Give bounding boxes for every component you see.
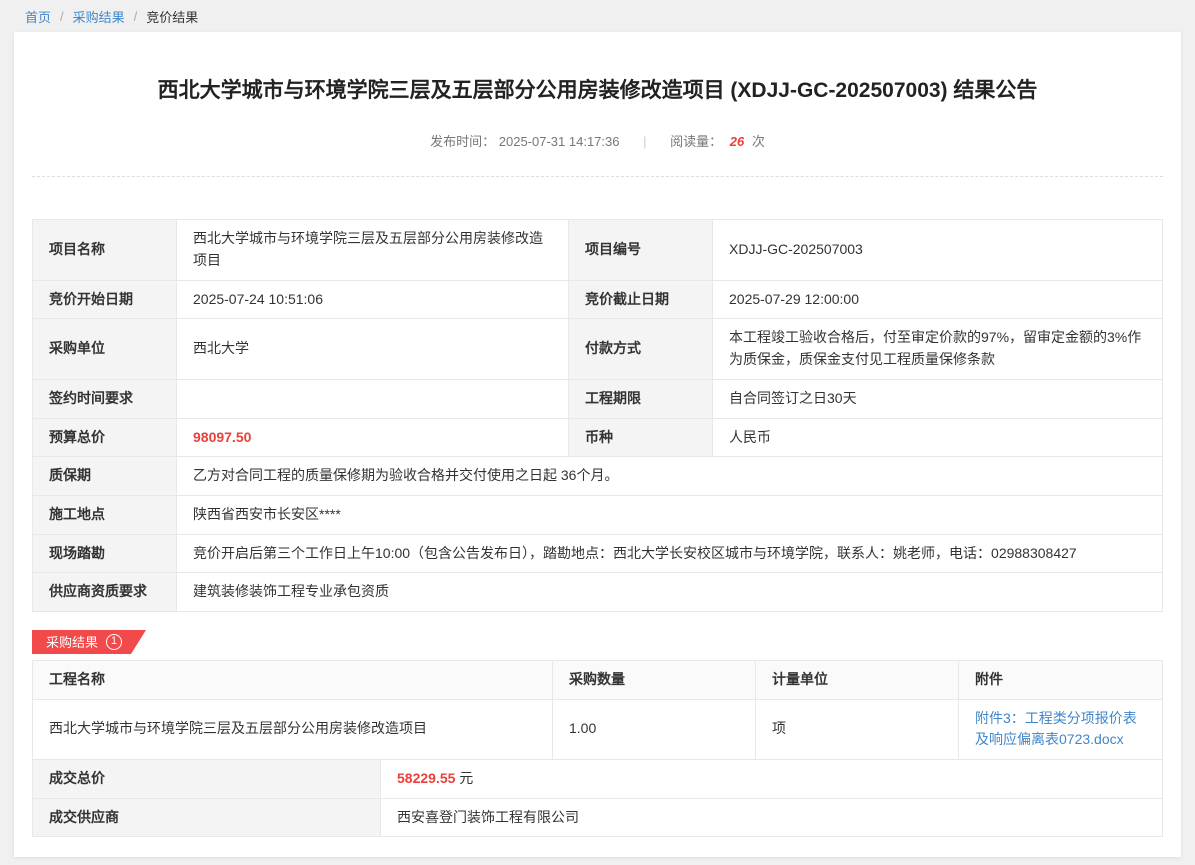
info-label-payment: 付款方式 — [569, 319, 713, 379]
result-project-name: 西北大学城市与环境学院三层及五层部分公用房装修改造项目 — [33, 699, 553, 759]
info-label-project-name: 项目名称 — [33, 220, 177, 280]
info-label-site: 施工地点 — [33, 495, 177, 534]
publish-time-label: 发布时间： — [430, 134, 495, 149]
info-label-bid-start: 竞价开始日期 — [33, 280, 177, 319]
info-value-signing-time — [177, 379, 569, 418]
info-value-purchaser: 西北大学 — [177, 319, 569, 379]
announcement-card: 西北大学城市与环境学院三层及五层部分公用房装修改造项目 (XDJJ-GC-202… — [14, 32, 1181, 857]
table-row: 签约时间要求 工程期限 自合同签订之日30天 — [33, 379, 1163, 418]
info-label-duration: 工程期限 — [569, 379, 713, 418]
table-row: 成交总价 58229.55 元 — [33, 760, 1163, 799]
info-label-project-code: 项目编号 — [569, 220, 713, 280]
info-value-budget: 98097.50 — [177, 418, 569, 457]
info-label-qualification: 供应商资质要求 — [33, 573, 177, 612]
meta-divider: | — [643, 134, 646, 149]
publish-time-value: 2025-07-31 14:17:36 — [499, 134, 620, 149]
views-unit: 次 — [752, 134, 765, 149]
page-title: 西北大学城市与环境学院三层及五层部分公用房装修改造项目 (XDJJ-GC-202… — [32, 32, 1163, 105]
info-label-site-visit: 现场踏勘 — [33, 534, 177, 573]
result-count-badge: 1 — [106, 634, 122, 650]
result-attachment-cell: 附件3：工程类分项报价表及响应偏离表0723.docx — [959, 699, 1163, 759]
deal-total-unit: 元 — [459, 770, 473, 786]
result-header-unit: 计量单位 — [756, 660, 959, 699]
info-label-purchaser: 采购单位 — [33, 319, 177, 379]
table-row: 成交供应商 西安喜登门装饰工程有限公司 — [33, 798, 1163, 837]
info-value-bid-start: 2025-07-24 10:51:06 — [177, 280, 569, 319]
table-row: 质保期 乙方对合同工程的质量保修期为验收合格并交付使用之日起 36个月。 — [33, 457, 1163, 496]
result-table: 工程名称 采购数量 计量单位 附件 西北大学城市与环境学院三层及五层部分公用房装… — [32, 660, 1163, 760]
attachment-link[interactable]: 附件3：工程类分项报价表及响应偏离表0723.docx — [975, 708, 1146, 751]
views-count: 26 — [730, 134, 744, 149]
result-data-row: 西北大学城市与环境学院三层及五层部分公用房装修改造项目 1.00 项 附件3：工… — [33, 699, 1163, 759]
info-value-payment: 本工程竣工验收合格后，付至审定价款的97%，留审定金额的3%作为质保金，质保金支… — [713, 319, 1163, 379]
budget-amount: 98097.50 — [193, 429, 251, 445]
result-header-name: 工程名称 — [33, 660, 553, 699]
deal-total-label: 成交总价 — [33, 760, 381, 799]
breadcrumb-home-link[interactable]: 首页 — [25, 7, 51, 26]
info-label-bid-end: 竞价截止日期 — [569, 280, 713, 319]
result-section-tag: 采购结果 1 — [32, 630, 146, 654]
dashed-divider — [32, 176, 1163, 177]
announcement-meta: 发布时间： 2025-07-31 14:17:36 | 阅读量： 26 次 — [32, 131, 1163, 150]
info-value-project-code: XDJJ-GC-202507003 — [713, 220, 1163, 280]
table-row: 供应商资质要求 建筑装修装饰工程专业承包资质 — [33, 573, 1163, 612]
info-value-warranty: 乙方对合同工程的质量保修期为验收合格并交付使用之日起 36个月。 — [177, 457, 1163, 496]
breadcrumb-separator: / — [60, 9, 64, 24]
table-row: 现场踏勘 竞价开启后第三个工作日上午10:00（包含公告发布日），踏勘地点：西北… — [33, 534, 1163, 573]
info-value-project-name: 西北大学城市与环境学院三层及五层部分公用房装修改造项目 — [177, 220, 569, 280]
breadcrumb-procurement-results-link[interactable]: 采购结果 — [73, 7, 125, 26]
breadcrumb-separator: / — [134, 9, 138, 24]
table-row: 预算总价 98097.50 币种 人民币 — [33, 418, 1163, 457]
info-label-signing-time: 签约时间要求 — [33, 379, 177, 418]
info-value-site: 陕西省西安市长安区**** — [177, 495, 1163, 534]
result-tag-label: 采购结果 — [46, 632, 98, 651]
breadcrumb-current-page: 竞价结果 — [146, 7, 198, 26]
table-row: 项目名称 西北大学城市与环境学院三层及五层部分公用房装修改造项目 项目编号 XD… — [33, 220, 1163, 280]
deal-total-value: 58229.55 元 — [381, 760, 1163, 799]
result-header-quantity: 采购数量 — [553, 660, 756, 699]
info-value-qualification: 建筑装修装饰工程专业承包资质 — [177, 573, 1163, 612]
table-row: 采购单位 西北大学 付款方式 本工程竣工验收合格后，付至审定价款的97%，留审定… — [33, 319, 1163, 379]
info-value-duration: 自合同签订之日30天 — [713, 379, 1163, 418]
views-label: 阅读量： — [670, 134, 722, 149]
info-value-currency: 人民币 — [713, 418, 1163, 457]
project-info-table: 项目名称 西北大学城市与环境学院三层及五层部分公用房装修改造项目 项目编号 XD… — [32, 219, 1163, 612]
result-header-row: 工程名称 采购数量 计量单位 附件 — [33, 660, 1163, 699]
deal-supplier-label: 成交供应商 — [33, 798, 381, 837]
info-value-site-visit: 竞价开启后第三个工作日上午10:00（包含公告发布日），踏勘地点：西北大学长安校… — [177, 534, 1163, 573]
breadcrumb: 首页 / 采购结果 / 竞价结果 — [0, 0, 1195, 32]
info-value-bid-end: 2025-07-29 12:00:00 — [713, 280, 1163, 319]
info-label-currency: 币种 — [569, 418, 713, 457]
result-unit: 项 — [756, 699, 959, 759]
result-header-attachment: 附件 — [959, 660, 1163, 699]
deal-supplier-value: 西安喜登门装饰工程有限公司 — [381, 798, 1163, 837]
info-label-warranty: 质保期 — [33, 457, 177, 496]
result-quantity: 1.00 — [553, 699, 756, 759]
table-row: 施工地点 陕西省西安市长安区**** — [33, 495, 1163, 534]
result-summary-table: 成交总价 58229.55 元 成交供应商 西安喜登门装饰工程有限公司 — [32, 759, 1163, 837]
table-row: 竞价开始日期 2025-07-24 10:51:06 竞价截止日期 2025-0… — [33, 280, 1163, 319]
info-label-budget: 预算总价 — [33, 418, 177, 457]
deal-total-amount: 58229.55 — [397, 770, 455, 786]
